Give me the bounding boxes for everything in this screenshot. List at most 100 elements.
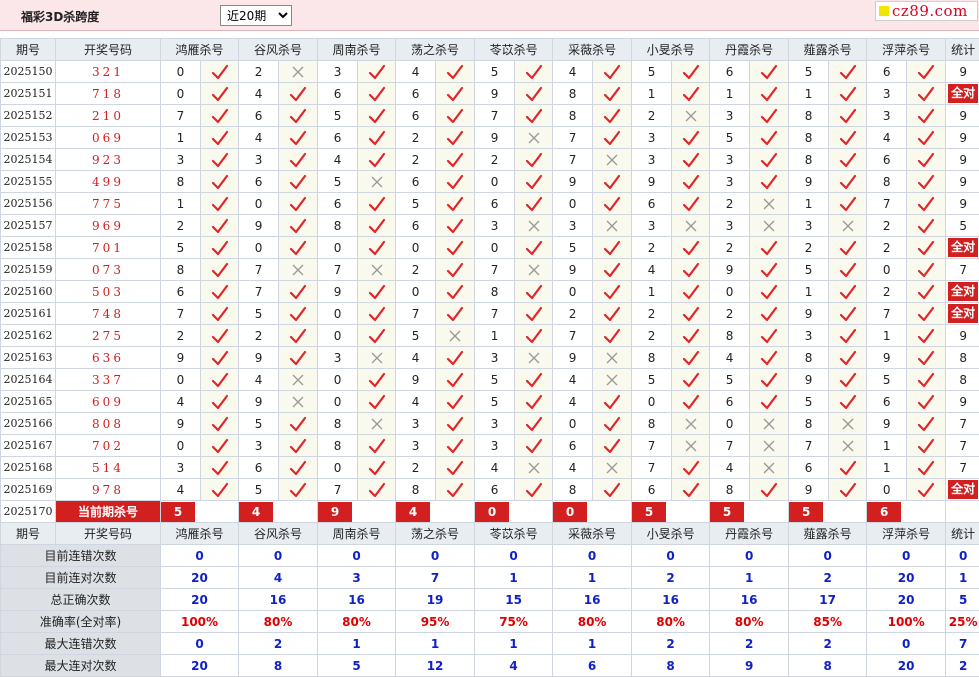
correct-check-icon <box>358 281 396 303</box>
kill-number-cell: 4 <box>553 391 593 413</box>
stat-cell: 7 <box>946 413 979 435</box>
correct-check-icon <box>201 391 239 413</box>
kill-number-cell: 6 <box>396 171 436 193</box>
current-kill-cell: 6 <box>867 501 946 523</box>
wrong-cross-icon <box>750 215 789 237</box>
correct-check-icon <box>436 149 475 171</box>
kill-number-cell: 9 <box>239 347 279 369</box>
correct-check-icon <box>436 105 475 127</box>
correct-check-icon <box>358 391 396 413</box>
summary-row: 总正确次数201616191516161617205 <box>1 589 979 611</box>
summary-value: 85% <box>789 611 867 633</box>
kill-number-cell: 3 <box>553 215 593 237</box>
correct-check-icon <box>201 413 239 435</box>
kill-number-cell: 9 <box>789 171 829 193</box>
kill-number-cell: 7 <box>867 193 907 215</box>
kill-number-cell: 2 <box>710 303 750 325</box>
kill-number-cell: 5 <box>239 479 279 501</box>
correct-check-icon <box>436 171 475 193</box>
kill-number-cell: 2 <box>239 61 279 83</box>
summary-value: 16 <box>553 589 632 611</box>
correct-check-icon <box>201 303 239 325</box>
correct-check-icon <box>279 83 318 105</box>
kill-number-cell: 9 <box>318 281 358 303</box>
kill-number-cell: 9 <box>867 413 907 435</box>
summary-value: 6 <box>553 655 632 677</box>
kill-number-cell: 5 <box>318 171 358 193</box>
correct-check-icon <box>201 193 239 215</box>
correct-check-icon <box>279 193 318 215</box>
summary-row: 最大连错次数02111122207 <box>1 633 979 655</box>
kill-number-cell: 2 <box>396 127 436 149</box>
kill-number-cell: 8 <box>318 215 358 237</box>
table-row: 202515907387727949507 <box>1 259 979 281</box>
wrong-cross-icon <box>358 347 396 369</box>
column-header: 周南杀号 <box>318 523 396 545</box>
kill-number-cell: 8 <box>161 259 201 281</box>
wrong-cross-icon <box>593 215 632 237</box>
table-row: 202516560949045406569 <box>1 391 979 413</box>
kill-number-cell: 3 <box>710 215 750 237</box>
kill-number-cell: 3 <box>632 215 672 237</box>
kill-number-cell: 6 <box>475 193 515 215</box>
kill-number-cell: 7 <box>553 127 593 149</box>
table-row: 202516680895833080897 <box>1 413 979 435</box>
kill-number-cell: 0 <box>318 303 358 325</box>
all-correct-badge: 全对 <box>948 480 978 499</box>
column-header: 开奖号码 <box>56 39 161 61</box>
correct-check-icon <box>907 215 946 237</box>
correct-check-icon <box>358 149 396 171</box>
correct-check-icon <box>907 83 946 105</box>
summary-value: 16 <box>318 589 396 611</box>
kill-number-cell: 7 <box>632 435 672 457</box>
column-header: 小旻杀号 <box>632 523 710 545</box>
column-header: 鸿雁杀号 <box>161 523 239 545</box>
correct-check-icon <box>593 435 632 457</box>
column-header: 浮萍杀号 <box>867 523 946 545</box>
kill-number-cell: 0 <box>475 171 515 193</box>
kill-number-cell: 8 <box>789 105 829 127</box>
column-header: 苓苡杀号 <box>475 39 553 61</box>
kill-number-cell: 7 <box>161 105 201 127</box>
correct-check-icon <box>515 61 553 83</box>
kill-number-cell: 6 <box>632 479 672 501</box>
column-header: 小旻杀号 <box>632 39 710 61</box>
kill-number-cell: 9 <box>632 171 672 193</box>
kill-number-cell: 5 <box>475 369 515 391</box>
kill-number-cell: 4 <box>475 457 515 479</box>
summary-row: 准确率(全对率)100%80%80%95%75%80%80%80%85%100%… <box>1 611 979 633</box>
wrong-cross-icon <box>515 457 553 479</box>
kill-number-cell: 2 <box>553 303 593 325</box>
summary-value: 0 <box>161 633 239 655</box>
correct-check-icon <box>829 259 867 281</box>
kill-number-cell: 8 <box>789 149 829 171</box>
current-kill-badge: 5 <box>710 502 744 522</box>
draw-number-cell: 701 <box>56 237 161 259</box>
summary-value: 80% <box>318 611 396 633</box>
correct-check-icon <box>358 325 396 347</box>
period-range-select[interactable]: 近20期 <box>220 5 292 26</box>
correct-check-icon <box>436 435 475 457</box>
site-logo[interactable]: cz89.com <box>875 1 978 21</box>
correct-check-icon <box>515 435 553 457</box>
kill-number-cell: 6 <box>239 457 279 479</box>
kill-number-cell: 6 <box>239 171 279 193</box>
summary-value: 2 <box>710 633 789 655</box>
correct-check-icon <box>515 413 553 435</box>
summary-label: 最大连错次数 <box>1 633 161 655</box>
correct-check-icon <box>201 127 239 149</box>
correct-check-icon <box>829 457 867 479</box>
kill-number-cell: 1 <box>867 435 907 457</box>
summary-value: 0 <box>318 545 396 567</box>
correct-check-icon <box>201 259 239 281</box>
kill-number-cell: 8 <box>318 413 358 435</box>
correct-check-icon <box>593 479 632 501</box>
stat-cell: 8 <box>946 369 979 391</box>
correct-check-icon <box>358 457 396 479</box>
correct-check-icon <box>515 105 553 127</box>
kill-number-cell: 0 <box>318 369 358 391</box>
correct-check-icon <box>672 149 710 171</box>
kill-number-cell: 3 <box>632 127 672 149</box>
kill-number-cell: 6 <box>867 61 907 83</box>
stat-cell: 全对 <box>946 83 979 105</box>
